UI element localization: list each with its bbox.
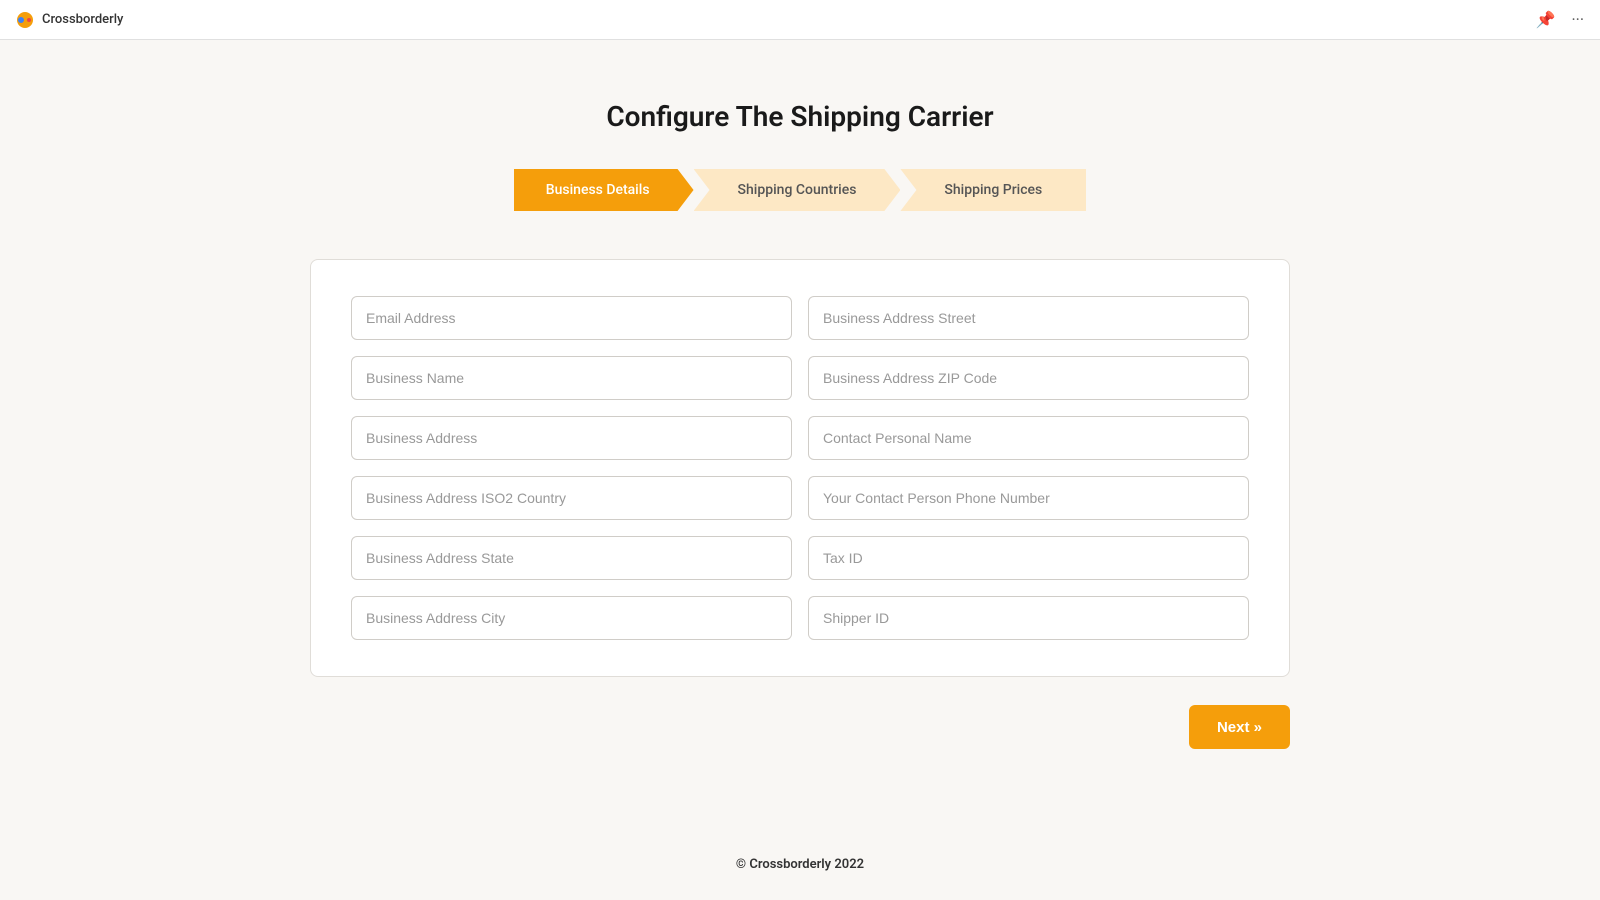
- app-name: Crossborderly: [42, 12, 123, 27]
- step-business-details[interactable]: Business Details: [514, 169, 694, 211]
- next-button[interactable]: Next »: [1189, 705, 1290, 749]
- pin-icon[interactable]: 📌: [1536, 10, 1556, 29]
- footer: © Crossborderly 2022: [736, 857, 864, 872]
- page-title: Configure The Shipping Carrier: [606, 100, 993, 133]
- business-address-city-input[interactable]: [351, 596, 792, 640]
- contact-personal-name-input[interactable]: [808, 416, 1249, 460]
- step-shipping-prices-label: Shipping Prices: [944, 182, 1042, 198]
- business-address-iso2-input[interactable]: [351, 476, 792, 520]
- main-content: Configure The Shipping Carrier Business …: [0, 40, 1600, 749]
- business-name-input[interactable]: [351, 356, 792, 400]
- stepper: Business Details Shipping Countries Ship…: [514, 169, 1086, 211]
- contact-phone-input[interactable]: [808, 476, 1249, 520]
- form-grid: [351, 296, 1249, 640]
- business-address-street-input[interactable]: [808, 296, 1249, 340]
- step-shipping-countries[interactable]: Shipping Countries: [694, 169, 901, 211]
- topbar-left: Crossborderly: [16, 11, 123, 29]
- tax-id-input[interactable]: [808, 536, 1249, 580]
- step-business-details-label: Business Details: [546, 182, 650, 198]
- business-address-zip-input[interactable]: [808, 356, 1249, 400]
- email-address-input[interactable]: [351, 296, 792, 340]
- topbar-right: 📌 ···: [1536, 10, 1584, 29]
- business-address-input[interactable]: [351, 416, 792, 460]
- more-icon[interactable]: ···: [1571, 10, 1584, 29]
- step-shipping-prices[interactable]: Shipping Prices: [900, 169, 1086, 211]
- form-card: [310, 259, 1290, 677]
- app-logo-icon: [16, 11, 34, 29]
- button-row: Next »: [310, 705, 1290, 749]
- business-address-state-input[interactable]: [351, 536, 792, 580]
- topbar: Crossborderly 📌 ···: [0, 0, 1600, 40]
- step-shipping-countries-label: Shipping Countries: [738, 182, 857, 198]
- shipper-id-input[interactable]: [808, 596, 1249, 640]
